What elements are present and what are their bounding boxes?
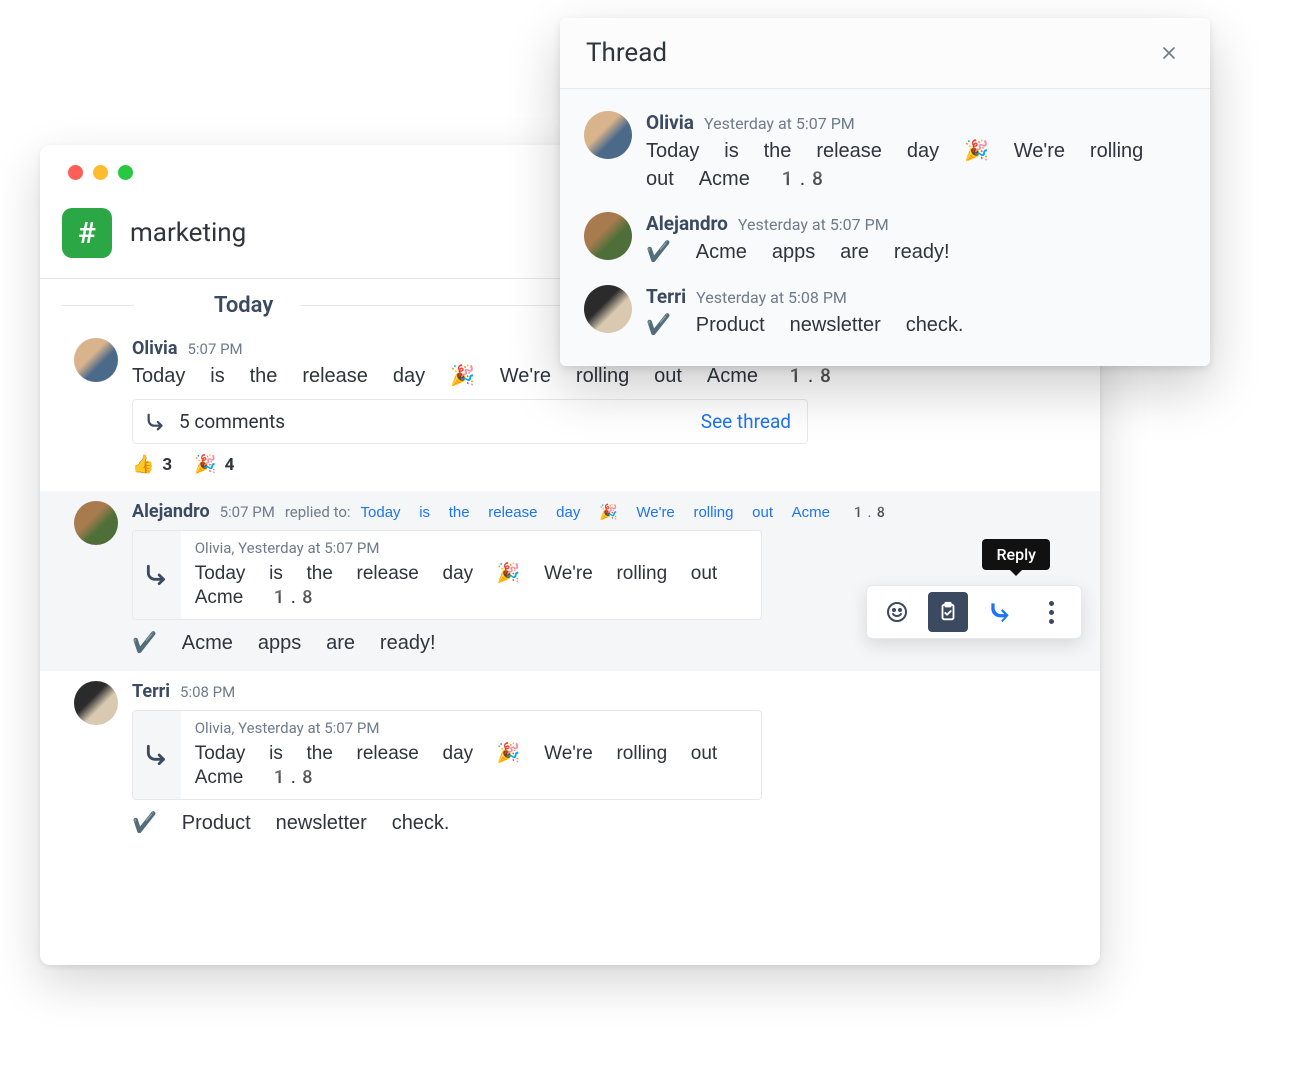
clipboard-check-icon xyxy=(937,601,959,623)
thread-message-body: Olivia Yesterday at 5:07 PM Today is the… xyxy=(646,111,1186,192)
message-author[interactable]: Alejandro xyxy=(132,501,210,522)
message-time: 5:07 PM xyxy=(187,340,242,358)
thread-time: Yesterday at 5:08 PM xyxy=(696,288,847,307)
reply-tooltip: Reply xyxy=(982,539,1050,570)
message-header: Alejandro 5:07 PM replied to: Today is t… xyxy=(132,501,1078,522)
window-minimize-icon[interactable] xyxy=(93,165,108,180)
window-close-icon[interactable] xyxy=(68,165,83,180)
thread-author[interactable]: Terri xyxy=(646,285,686,308)
quote-arrow-icon xyxy=(133,711,181,799)
more-actions-button[interactable] xyxy=(1031,592,1071,632)
close-thread-button[interactable] xyxy=(1154,38,1184,68)
thread-author[interactable]: Alejandro xyxy=(646,212,728,235)
quote-content: Olivia, Yesterday at 5:07 PM Today is th… xyxy=(181,531,761,619)
thread-author[interactable]: Olivia xyxy=(646,111,694,134)
avatar-terri[interactable] xyxy=(74,681,118,725)
message-body: Alejandro 5:07 PM replied to: Today is t… xyxy=(132,501,1078,665)
thread-text: Today is the release day 🎉 We're rolling… xyxy=(646,136,1186,192)
thread-time: Yesterday at 5:07 PM xyxy=(704,114,855,133)
reaction-party[interactable]: 🎉 4 xyxy=(194,454,234,475)
close-icon xyxy=(1159,43,1179,63)
thread-message-header: Terri Yesterday at 5:08 PM xyxy=(646,285,1186,308)
thread-summary-bar[interactable]: 5 comments See thread xyxy=(132,399,808,444)
thread-summary-left: 5 comments xyxy=(145,410,285,433)
party-icon: 🎉 xyxy=(194,454,216,475)
avatar-alejandro[interactable] xyxy=(584,212,632,260)
message-text: ✔️ Product newsletter check. xyxy=(132,810,1078,845)
avatar-terri[interactable] xyxy=(584,285,632,333)
thread-message: Alejandro Yesterday at 5:07 PM ✔️ Acme a… xyxy=(560,202,1210,275)
thread-text: ✔️ Acme apps are ready! xyxy=(646,237,1186,265)
message-header: Terri 5:08 PM xyxy=(132,681,1078,702)
thread-panel: Thread Olivia Yesterday at 5:07 PM Today… xyxy=(560,18,1210,366)
window-zoom-icon[interactable] xyxy=(118,165,133,180)
thread-messages: Olivia Yesterday at 5:07 PM Today is the… xyxy=(560,89,1210,366)
hash-glyph: # xyxy=(78,216,96,251)
smiley-icon xyxy=(885,600,909,624)
thread-arrow-icon xyxy=(145,411,167,433)
quote-arrow-icon xyxy=(133,531,181,619)
channel-name: marketing xyxy=(130,218,246,248)
thread-message: Olivia Yesterday at 5:07 PM Today is the… xyxy=(560,101,1210,202)
thread-message: Terri Yesterday at 5:08 PM ✔️ Product ne… xyxy=(560,275,1210,348)
thread-time: Yesterday at 5:07 PM xyxy=(738,215,889,234)
thumbs-up-icon: 👍 xyxy=(132,454,154,475)
task-button[interactable] xyxy=(928,592,968,632)
reply-arrow-icon xyxy=(987,599,1013,625)
thread-message-header: Olivia Yesterday at 5:07 PM xyxy=(646,111,1186,134)
thread-message-body: Alejandro Yesterday at 5:07 PM ✔️ Acme a… xyxy=(646,212,1186,265)
hash-icon: # xyxy=(62,208,112,258)
thread-count: 5 comments xyxy=(179,410,285,433)
message-hover-toolbar xyxy=(866,585,1082,639)
quote-meta: Olivia, Yesterday at 5:07 PM xyxy=(195,539,747,557)
quoted-message[interactable]: Olivia, Yesterday at 5:07 PM Today is th… xyxy=(132,710,762,800)
reaction-count: 4 xyxy=(225,455,235,475)
quote-content: Olivia, Yesterday at 5:07 PM Today is th… xyxy=(181,711,761,799)
thread-header: Thread xyxy=(560,18,1210,89)
quote-text: Today is the release day 🎉 We're rolling… xyxy=(195,561,747,609)
reaction-count: 3 xyxy=(162,455,172,475)
reactions: 👍 3 🎉 4 xyxy=(132,454,1078,485)
avatar-alejandro[interactable] xyxy=(74,501,118,545)
emoji-reaction-button[interactable] xyxy=(877,592,917,632)
thread-message-header: Alejandro Yesterday at 5:07 PM xyxy=(646,212,1186,235)
message-alejandro: Alejandro 5:07 PM replied to: Today is t… xyxy=(40,491,1100,671)
day-divider-label: Today xyxy=(134,293,301,318)
thread-title: Thread xyxy=(586,38,667,68)
message-terri: Terri 5:08 PM Olivia, Yesterday at 5:07 … xyxy=(40,671,1100,851)
thread-message-body: Terri Yesterday at 5:08 PM ✔️ Product ne… xyxy=(646,285,1186,338)
replied-to-label: replied to: xyxy=(285,503,351,521)
message-time: 5:07 PM xyxy=(220,503,275,521)
quoted-message[interactable]: Olivia, Yesterday at 5:07 PM Today is th… xyxy=(132,530,762,620)
see-thread-link[interactable]: See thread xyxy=(701,410,791,433)
replied-to-link[interactable]: Today is the release day 🎉 We're rolling… xyxy=(361,503,891,521)
thread-text: ✔️ Product newsletter check. xyxy=(646,310,1186,338)
kebab-icon xyxy=(1049,601,1054,624)
message-time: 5:08 PM xyxy=(180,683,235,701)
message-body: Terri 5:08 PM Olivia, Yesterday at 5:07 … xyxy=(132,681,1078,845)
avatar-olivia[interactable] xyxy=(584,111,632,159)
quote-meta: Olivia, Yesterday at 5:07 PM xyxy=(195,719,747,737)
quote-text: Today is the release day 🎉 We're rolling… xyxy=(195,741,747,789)
message-author[interactable]: Terri xyxy=(132,681,170,702)
reply-button[interactable] xyxy=(980,592,1020,632)
reaction-thumbs-up[interactable]: 👍 3 xyxy=(132,454,172,475)
avatar-olivia[interactable] xyxy=(74,338,118,382)
message-author[interactable]: Olivia xyxy=(132,338,177,359)
